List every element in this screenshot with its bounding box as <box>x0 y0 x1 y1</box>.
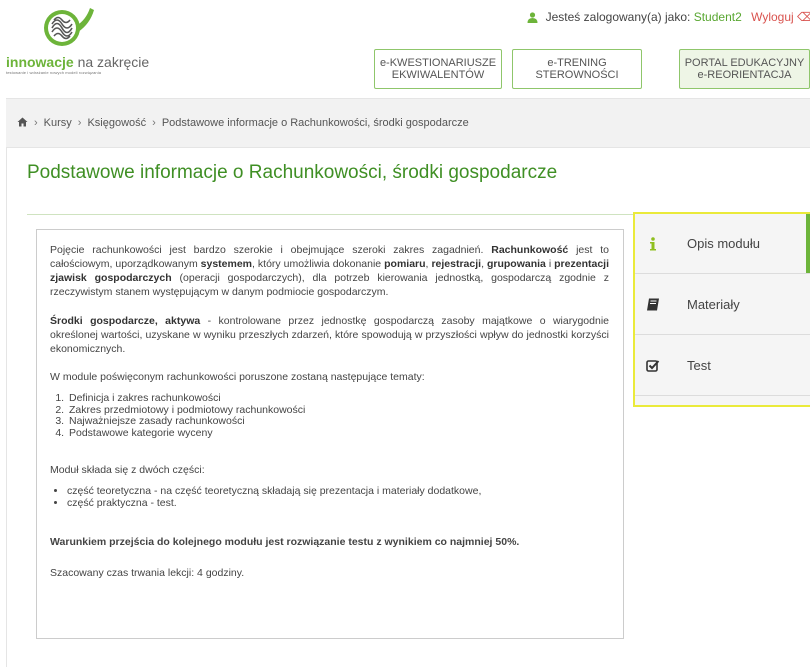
user-icon <box>527 12 538 26</box>
parts-list: część teoretyczna - na część teoretyczną… <box>50 485 609 510</box>
list-item: Najważniejsze zasady rachunkowości <box>67 415 609 428</box>
nav-label-line1: e-TRENING <box>547 57 607 69</box>
logo-wordmark[interactable]: innowacje na zakręcie <box>6 54 149 70</box>
logo-tagline: testowanie i wdrażanie nowych modeli roz… <box>6 70 102 75</box>
logout-label: Wyloguj <box>751 10 794 24</box>
title-divider <box>27 214 639 215</box>
menu-item-label: Materiały <box>687 297 740 312</box>
pass-condition: Warunkiem przejścia do kolejnego modułu … <box>50 536 520 548</box>
logged-in-label: Jesteś zalogowany(a) jako: <box>545 10 691 24</box>
breadcrumb-kursy-link[interactable]: Kursy <box>44 117 72 129</box>
checkbox-icon <box>643 359 663 372</box>
breadcrumb-current: Podstawowe informacje o Rachunkowości, ś… <box>161 117 469 129</box>
term: Rachunkowość <box>491 244 569 256</box>
nav-portal-edukacyjny-button[interactable]: PORTAL EDUKACYJNY e-REORIENTACJA <box>679 49 810 89</box>
term: grupowania <box>486 258 546 270</box>
menu-item-label: Opis modułu <box>687 236 760 251</box>
list-item: część praktyczna - test. <box>67 497 609 510</box>
home-icon[interactable] <box>17 117 28 130</box>
list-item: część teoretyczna - na część teoretyczną… <box>67 485 609 498</box>
module-description: Pojęcie rachunkowości jest bardzo szerok… <box>36 229 624 639</box>
nav-label-line2: STEROWNOŚCI <box>535 69 619 81</box>
module-side-menu: Opis modułu Materiały Test <box>633 212 810 407</box>
logo-icon[interactable] <box>40 4 98 48</box>
text: , który umożliwia dokonanie <box>252 258 385 270</box>
breadcrumb-separator: › <box>77 117 82 129</box>
assets-paragraph: Środki gospodarcze, aktywa - kontrolowan… <box>50 314 609 356</box>
topics-intro: W module poświęconym rachunkowości porus… <box>50 371 425 383</box>
text: Pojęcie rachunkowości jest bardzo szerok… <box>50 244 492 256</box>
title-area: Podstawowe informacje o Rachunkowości, ś… <box>6 148 810 218</box>
parts-intro: Moduł składa się z dwóch części: <box>50 464 205 476</box>
breadcrumb-separator: › <box>34 117 38 129</box>
breadcrumb-ksiegowosc-link[interactable]: Księgowość <box>87 117 146 129</box>
logo-brand-rest: na zakręcie <box>77 54 150 70</box>
nav-label-line1: e-KWESTIONARIUSZE <box>379 57 497 69</box>
text: i <box>545 258 555 270</box>
username-link[interactable]: Student2 <box>694 10 742 24</box>
info-icon <box>643 236 663 251</box>
nav-label-line2: EKWIWALENTÓW <box>391 69 485 81</box>
menu-item-materialy[interactable]: Materiały <box>635 275 810 335</box>
page-title: Podstawowe informacje o Rachunkowości, ś… <box>27 162 558 183</box>
menu-item-label: Test <box>687 358 711 373</box>
nav-label-line1: PORTAL EDUKACYJNY <box>684 57 805 69</box>
estimated-duration: Szacowany czas trwania lekcji: 4 godziny… <box>50 567 245 579</box>
term: Środki gospodarcze, aktywa <box>50 315 201 327</box>
user-bar: Jesteś zalogowany(a) jako: Student2 Wylo… <box>527 10 810 26</box>
breadcrumb: › Kursy › Księgowość › Podstawowe inform… <box>6 98 810 148</box>
nav-e-kwestionariusze-button[interactable]: e-KWESTIONARIUSZE EKWIWALENTÓW <box>374 49 502 89</box>
logo-brand-bold: innowacje <box>6 54 74 70</box>
breadcrumb-separator: › <box>152 117 156 129</box>
term: rejestracji <box>431 258 482 270</box>
list-item: Podstawowe kategorie wyceny <box>67 427 609 440</box>
logout-link[interactable]: Wyloguj ⌫ <box>751 10 810 24</box>
content-left-border <box>6 218 7 667</box>
term: systemem <box>200 258 253 270</box>
list-item: Definicja i zakres rachunkowości <box>67 392 609 405</box>
topics-list: Definicja i zakres rachunkowości Zakres … <box>50 392 609 440</box>
nav-label-line2: e-REORIENTACJA <box>697 69 792 81</box>
site-header: innowacje na zakręcie testowanie i wdraż… <box>0 0 810 95</box>
term: pomiaru <box>384 258 426 270</box>
menu-item-test[interactable]: Test <box>635 336 810 396</box>
menu-item-opis-modulu[interactable]: Opis modułu <box>635 214 810 274</box>
nav-e-trening-button[interactable]: e-TRENING STEROWNOŚCI <box>512 49 642 89</box>
intro-paragraph: Pojęcie rachunkowości jest bardzo szerok… <box>50 243 609 299</box>
book-icon <box>643 298 663 311</box>
